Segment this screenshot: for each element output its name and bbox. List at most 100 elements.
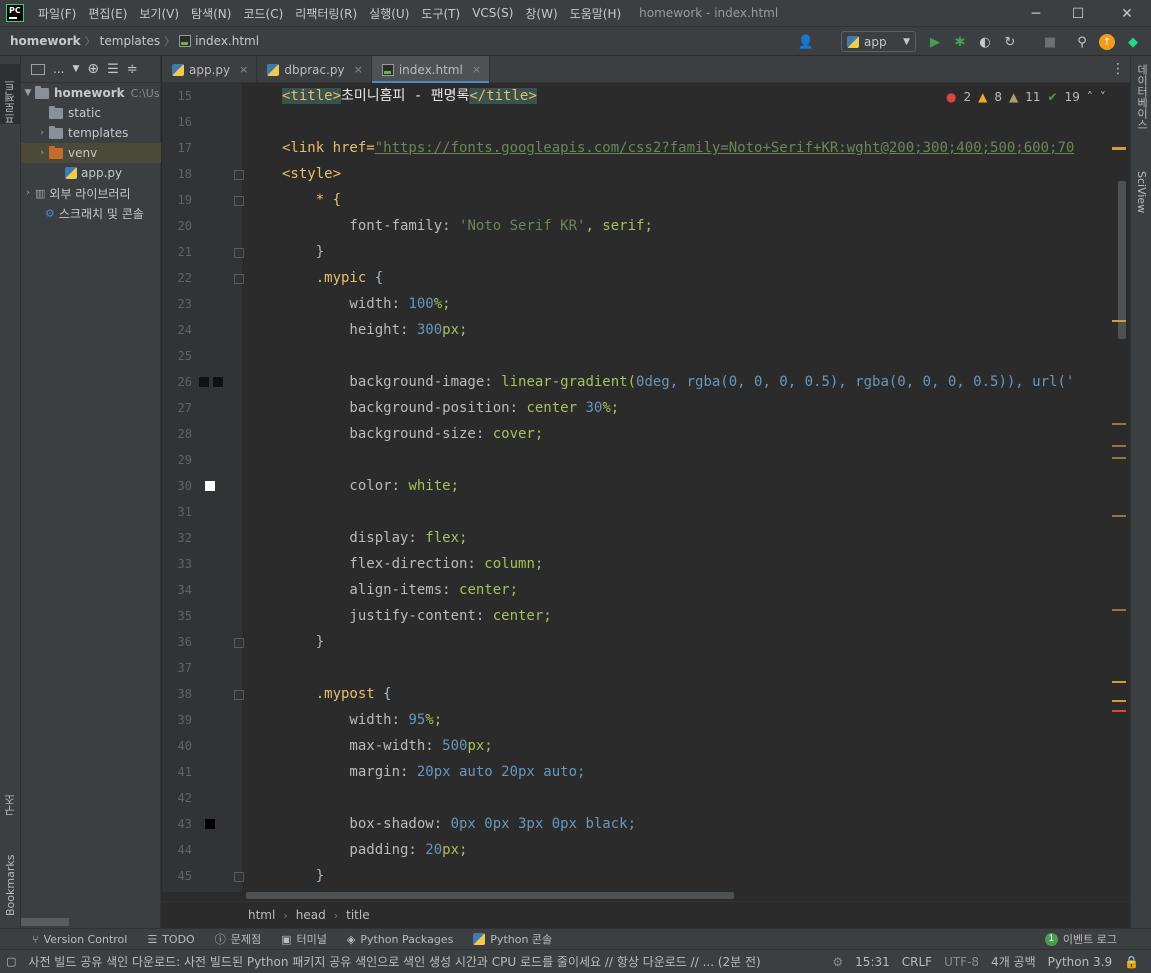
close-tab-icon[interactable]: ×	[354, 63, 363, 76]
menu-tools[interactable]: 도구(T)	[415, 5, 466, 22]
menu-refactor[interactable]: 리팩터링(R)	[289, 5, 363, 22]
error-stripe-mark[interactable]	[1112, 320, 1126, 322]
tree-item-external-libraries[interactable]: › ▥ 외부 라이브러리	[21, 183, 161, 203]
line-separator[interactable]: CRLF	[896, 955, 938, 969]
fold-marker-icon[interactable]	[234, 690, 244, 700]
fold-marker-icon[interactable]	[234, 196, 244, 206]
tree-item-static[interactable]: static	[21, 103, 161, 123]
nav-file[interactable]: index.html	[191, 34, 263, 48]
error-stripe-mark[interactable]	[1112, 515, 1126, 517]
fold-marker-icon[interactable]	[234, 170, 244, 180]
lock-icon[interactable]: 🔒	[1118, 955, 1145, 969]
chevron-down-icon[interactable]: ˅	[1100, 90, 1106, 104]
update-icon[interactable]: ↑	[1099, 34, 1115, 50]
chevron-right-icon[interactable]: ›	[35, 148, 49, 158]
toolwindow-todo[interactable]: ☰ TODO	[137, 933, 204, 946]
tree-item-templates[interactable]: › templates	[21, 123, 161, 143]
jetbrains-icon[interactable]: ◆	[1124, 33, 1142, 51]
tree-item-homework[interactable]: ▼ homework C:\Us	[21, 83, 161, 103]
run-icon[interactable]: ▶	[926, 33, 944, 51]
fold-marker-icon[interactable]	[234, 872, 244, 882]
menu-vcs[interactable]: VCS(S)	[466, 6, 519, 20]
menu-window[interactable]: 창(W)	[519, 5, 563, 22]
chevron-down-icon[interactable]: ▼	[21, 88, 35, 98]
inspection-widget[interactable]: ● 2 ▲ 8 ▲ 11 ✔ 19 ˄ ˅	[938, 83, 1130, 110]
menu-navigate[interactable]: 탐색(N)	[185, 5, 237, 22]
database-toolwindow-tab[interactable]: 데이터베이스	[1131, 64, 1151, 159]
status-message[interactable]: 사전 빌드 공유 색인 다운로드: 사전 빌드된 Python 패키지 공유 색…	[22, 953, 826, 970]
menu-file[interactable]: 파일(F)	[32, 5, 82, 22]
close-icon[interactable]: ✕	[1104, 0, 1150, 27]
menu-run[interactable]: 실행(U)	[363, 5, 415, 22]
error-stripe-mark[interactable]	[1112, 147, 1126, 150]
options-icon[interactable]: ≑	[127, 62, 138, 77]
error-stripe-mark[interactable]	[1112, 681, 1126, 683]
chevron-down-icon[interactable]: ▼	[72, 64, 79, 74]
locate-icon[interactable]: ⊕	[87, 61, 99, 77]
error-stripe-mark[interactable]	[1112, 710, 1126, 712]
horizontal-scrollbar[interactable]	[246, 892, 734, 899]
sciview-toolwindow-tab[interactable]: SciView	[1131, 171, 1151, 231]
fold-marker-icon[interactable]	[234, 274, 244, 284]
fold-marker-icon[interactable]	[234, 638, 244, 648]
error-stripe-mark[interactable]	[1112, 457, 1126, 459]
close-tab-icon[interactable]: ×	[472, 63, 481, 76]
panel-toggle-icon[interactable]: ▢	[0, 955, 22, 968]
chevron-up-icon[interactable]: ˄	[1087, 90, 1093, 104]
caret-position[interactable]: 15:31	[849, 955, 896, 969]
code-editor[interactable]: 15 16 17 18 19 20 21 22 23 24 25 26 27 2…	[162, 83, 1130, 892]
collapse-all-icon[interactable]: ☰	[107, 62, 119, 77]
error-stripe-mark[interactable]	[1112, 445, 1126, 447]
toolwindow-event-log[interactable]: 1 이벤트 로그	[1035, 931, 1151, 947]
tab-app-py[interactable]: app.py ×	[162, 56, 258, 83]
file-encoding[interactable]: UTF-8	[938, 955, 985, 969]
python-interpreter[interactable]: Python 3.9	[1042, 955, 1119, 969]
toolwindow-terminal[interactable]: ▣ 터미널	[271, 931, 337, 947]
more-tabs-icon[interactable]: ⋮	[1106, 56, 1130, 82]
code-line-40: max-width: 500px;	[282, 733, 492, 759]
minimize-icon[interactable]: ─	[1013, 0, 1059, 27]
project-view-selector[interactable]: ...	[53, 62, 64, 76]
tab-dbprac-py[interactable]: dbprac.py ×	[257, 56, 372, 83]
bookmarks-toolwindow-tab[interactable]: Bookmarks	[0, 836, 21, 916]
menu-edit[interactable]: 편집(E)	[82, 5, 133, 22]
toolwindow-python-packages[interactable]: ◈ Python Packages	[337, 933, 463, 946]
structure-toolwindow-tab[interactable]: 구조	[0, 776, 21, 816]
vertical-scrollbar[interactable]	[1118, 181, 1126, 339]
chevron-right-icon[interactable]: ›	[21, 188, 35, 198]
nav-project[interactable]: homework	[0, 34, 85, 48]
error-stripe-mark[interactable]	[1112, 423, 1126, 425]
breadcrumb-title[interactable]: title	[346, 908, 369, 922]
background-tasks-icon[interactable]: ⚙	[826, 955, 849, 969]
stop-icon[interactable]: ■	[1041, 33, 1059, 51]
toolwindow-python-console[interactable]: Python 콘솔	[463, 931, 562, 947]
tree-item-app-py[interactable]: app.py	[21, 163, 161, 183]
project-toolwindow-tab[interactable]: 프로젝트	[0, 64, 21, 124]
menu-code[interactable]: 코드(C)	[237, 5, 289, 22]
user-icon[interactable]: 👤	[797, 33, 815, 51]
search-icon[interactable]: ⚲	[1073, 33, 1091, 51]
indent-setting[interactable]: 4개 공백	[985, 953, 1042, 970]
nav-folder[interactable]: templates	[96, 34, 164, 48]
horizontal-scrollbar[interactable]	[21, 918, 69, 926]
tree-item-venv[interactable]: › venv	[21, 143, 161, 163]
toolwindow-version-control[interactable]: ⑂ Version Control	[0, 933, 137, 946]
breadcrumb-head[interactable]: head	[296, 908, 326, 922]
toolwindow-problems[interactable]: ⓘ 문제점	[205, 931, 271, 947]
profile-icon[interactable]: ↻	[1001, 33, 1019, 51]
error-stripe-mark[interactable]	[1112, 700, 1126, 702]
fold-marker-icon[interactable]	[234, 248, 244, 258]
close-tab-icon[interactable]: ×	[239, 63, 248, 76]
maximize-icon[interactable]: ☐	[1055, 0, 1101, 27]
chevron-right-icon[interactable]: ›	[35, 128, 49, 138]
menu-help[interactable]: 도움말(H)	[564, 5, 628, 22]
error-stripe-mark[interactable]	[1112, 609, 1126, 611]
tree-item-scratches[interactable]: ⚙ 스크래치 및 콘솔	[21, 203, 161, 223]
run-config-selector[interactable]: app ▼	[841, 31, 916, 52]
coverage-icon[interactable]: ◐	[976, 33, 994, 51]
menu-view[interactable]: 보기(V)	[133, 5, 185, 22]
tab-index-html[interactable]: index.html ×	[371, 56, 491, 84]
breadcrumb-html[interactable]: html	[248, 908, 275, 922]
line-number: 19	[177, 193, 192, 207]
debug-icon[interactable]: ✱	[951, 33, 969, 51]
